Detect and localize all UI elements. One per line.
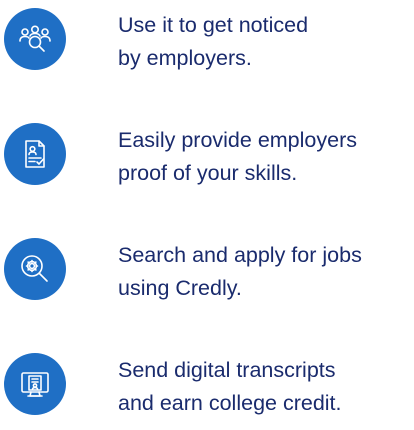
benefit-text: Use it to get noticed by employers. [118, 9, 414, 75]
gear-search-icon [4, 238, 66, 300]
people-search-icon [4, 8, 66, 70]
benefit-text-line: proof of your skills. [118, 161, 298, 185]
benefit-text: Send digital transcripts and earn colleg… [118, 354, 414, 420]
benefit-text: Search and apply for jobs using Credly. [118, 239, 414, 305]
benefit-text-line: Easily provide employers [118, 128, 357, 152]
benefit-item: Search and apply for jobs using Credly. [0, 230, 414, 310]
benefit-text-line: by employers. [118, 46, 252, 70]
benefit-text-line: Send digital transcripts [118, 358, 336, 382]
benefit-text-line: and earn college credit. [118, 391, 342, 415]
benefits-list: Use it to get noticed by employers. Easi… [0, 0, 414, 430]
document-check-icon [4, 123, 66, 185]
benefit-text-line: Use it to get noticed [118, 13, 309, 37]
benefit-text-line: using Credly. [118, 276, 242, 300]
benefit-text-line: Search and apply for jobs [118, 243, 362, 267]
benefit-text: Easily provide employers proof of your s… [118, 124, 414, 190]
benefit-item: Use it to get noticed by employers. [0, 0, 414, 80]
benefit-item: Easily provide employers proof of your s… [0, 115, 414, 195]
monitor-transcript-icon [4, 353, 66, 415]
benefit-item: Send digital transcripts and earn colleg… [0, 345, 414, 425]
